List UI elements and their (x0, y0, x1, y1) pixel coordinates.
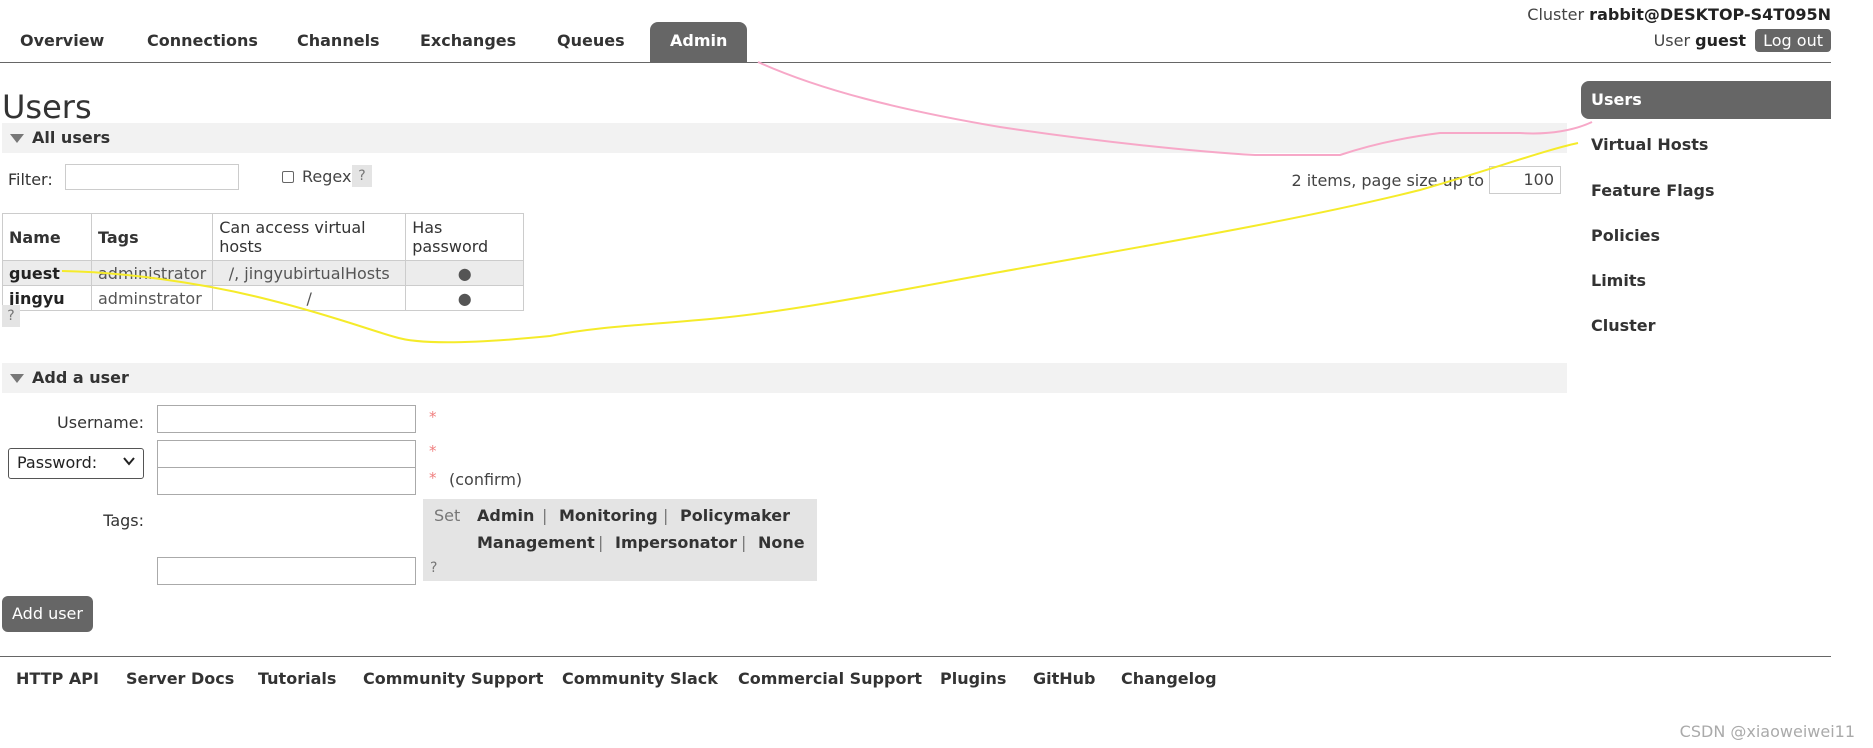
add-user-heading: Add a user (32, 368, 129, 387)
tab-connections[interactable]: Connections (127, 22, 278, 62)
sidebar-item-virtual-hosts[interactable]: Virtual Hosts (1581, 126, 1831, 164)
password-input[interactable] (157, 440, 416, 468)
username-label: Username: (57, 413, 144, 432)
collapse-triangle-icon (10, 374, 24, 383)
filter-label: Filter: (8, 170, 53, 189)
separator: | (663, 506, 669, 525)
user-vhosts: /, jingyubirtualHosts (212, 260, 407, 286)
all-users-section-header[interactable]: All users (2, 123, 1567, 153)
current-user: guest (1695, 31, 1747, 50)
tag-shortcuts-panel: Set Admin | Monitoring | Policymaker Man… (423, 499, 817, 581)
column-header-name[interactable]: Name (2, 213, 92, 261)
chevron-down-icon (123, 455, 135, 470)
separator: | (741, 533, 747, 552)
required-mark: * (429, 469, 437, 487)
user-prefix: User (1653, 31, 1691, 50)
table-row: guest administrator /, jingyubirtualHost… (2, 260, 525, 286)
user-tags: administrator (90, 260, 214, 286)
tag-policymaker-link[interactable]: Policymaker (680, 506, 790, 525)
page-size-input[interactable]: 100 (1489, 166, 1561, 194)
add-user-section-header[interactable]: Add a user (2, 363, 1567, 393)
logout-button[interactable]: Log out (1755, 29, 1831, 52)
footer-link-tutorials[interactable]: Tutorials (258, 669, 336, 688)
required-mark: * (429, 442, 437, 460)
user-tags: adminstrator (90, 285, 214, 311)
username-input[interactable] (157, 405, 416, 433)
collapse-triangle-icon (10, 134, 24, 143)
footer-link-github[interactable]: GitHub (1033, 669, 1096, 688)
items-count-text: 2 items, page size up to (1291, 171, 1484, 190)
tab-exchanges[interactable]: Exchanges (400, 22, 536, 62)
required-mark: * (429, 408, 437, 426)
separator: | (598, 533, 604, 552)
user-info: User guest Log out (1654, 29, 1831, 52)
filter-help-button[interactable]: ? (352, 165, 372, 187)
column-header-vhosts: Can access virtual hosts (212, 213, 407, 261)
page-title: Users (2, 88, 92, 126)
sidebar-item-feature-flags[interactable]: Feature Flags (1581, 172, 1831, 210)
tab-admin[interactable]: Admin (650, 22, 748, 62)
cluster-info: Cluster rabbit@DESKTOP-S4T095N (1527, 5, 1831, 24)
footer-link-commercial-support[interactable]: Commercial Support (738, 669, 922, 688)
separator: | (542, 506, 548, 525)
password-confirm-input[interactable] (157, 467, 416, 495)
table-header-row: Name Tags Can access virtual hosts Has p… (2, 213, 525, 261)
column-header-tags[interactable]: Tags (90, 213, 214, 261)
password-type-select[interactable]: Password: (8, 448, 144, 479)
set-label: Set (434, 506, 461, 525)
all-users-heading: All users (32, 128, 111, 147)
users-table: Name Tags Can access virtual hosts Has p… (2, 213, 525, 311)
tab-overview[interactable]: Overview (0, 22, 124, 62)
column-header-has-password: Has password (405, 213, 525, 261)
footer-link-changelog[interactable]: Changelog (1121, 669, 1217, 688)
sidebar-item-policies[interactable]: Policies (1581, 217, 1831, 255)
regex-label: Regex (302, 167, 352, 186)
tab-channels[interactable]: Channels (277, 22, 400, 62)
has-password-dot: ● (405, 260, 525, 286)
sidebar-item-users[interactable]: Users (1581, 81, 1831, 119)
tag-monitoring-link[interactable]: Monitoring (559, 506, 658, 525)
cluster-prefix: Cluster (1527, 5, 1585, 24)
sidebar-item-limits[interactable]: Limits (1581, 262, 1831, 300)
footer-link-server-docs[interactable]: Server Docs (126, 669, 234, 688)
footer-link-http-api[interactable]: HTTP API (16, 669, 99, 688)
footer-link-plugins[interactable]: Plugins (940, 669, 1006, 688)
table-row: jingyu adminstrator / ● (2, 285, 525, 311)
tag-management-link[interactable]: Management (477, 533, 595, 552)
tag-none-link[interactable]: None (758, 533, 805, 552)
cluster-name: rabbit@DESKTOP-S4T095N (1589, 5, 1831, 24)
sidebar-item-cluster[interactable]: Cluster (1581, 307, 1831, 345)
user-name-link[interactable]: guest (2, 260, 92, 286)
add-user-button[interactable]: Add user (2, 596, 93, 632)
footer: HTTP API Server Docs Tutorials Community… (0, 656, 1831, 697)
tags-help-button[interactable]: ? (430, 560, 437, 576)
watermark-text: CSDN @xiaoweiwei11 (1679, 722, 1855, 741)
tab-queues[interactable]: Queues (537, 22, 645, 62)
has-password-dot: ● (405, 285, 525, 311)
regex-checkbox[interactable] (282, 171, 294, 183)
footer-link-community-support[interactable]: Community Support (363, 669, 543, 688)
filter-input[interactable] (65, 164, 239, 190)
tag-impersonator-link[interactable]: Impersonator (615, 533, 737, 552)
user-vhosts: / (212, 285, 407, 311)
footer-link-community-slack[interactable]: Community Slack (562, 669, 718, 688)
tags-label: Tags: (103, 511, 144, 530)
tag-admin-link[interactable]: Admin (477, 506, 534, 525)
table-columns-help-button[interactable]: ? (2, 305, 20, 327)
tags-input[interactable] (157, 557, 416, 585)
password-select-value: Password: (17, 453, 98, 472)
confirm-label: (confirm) (449, 470, 523, 489)
